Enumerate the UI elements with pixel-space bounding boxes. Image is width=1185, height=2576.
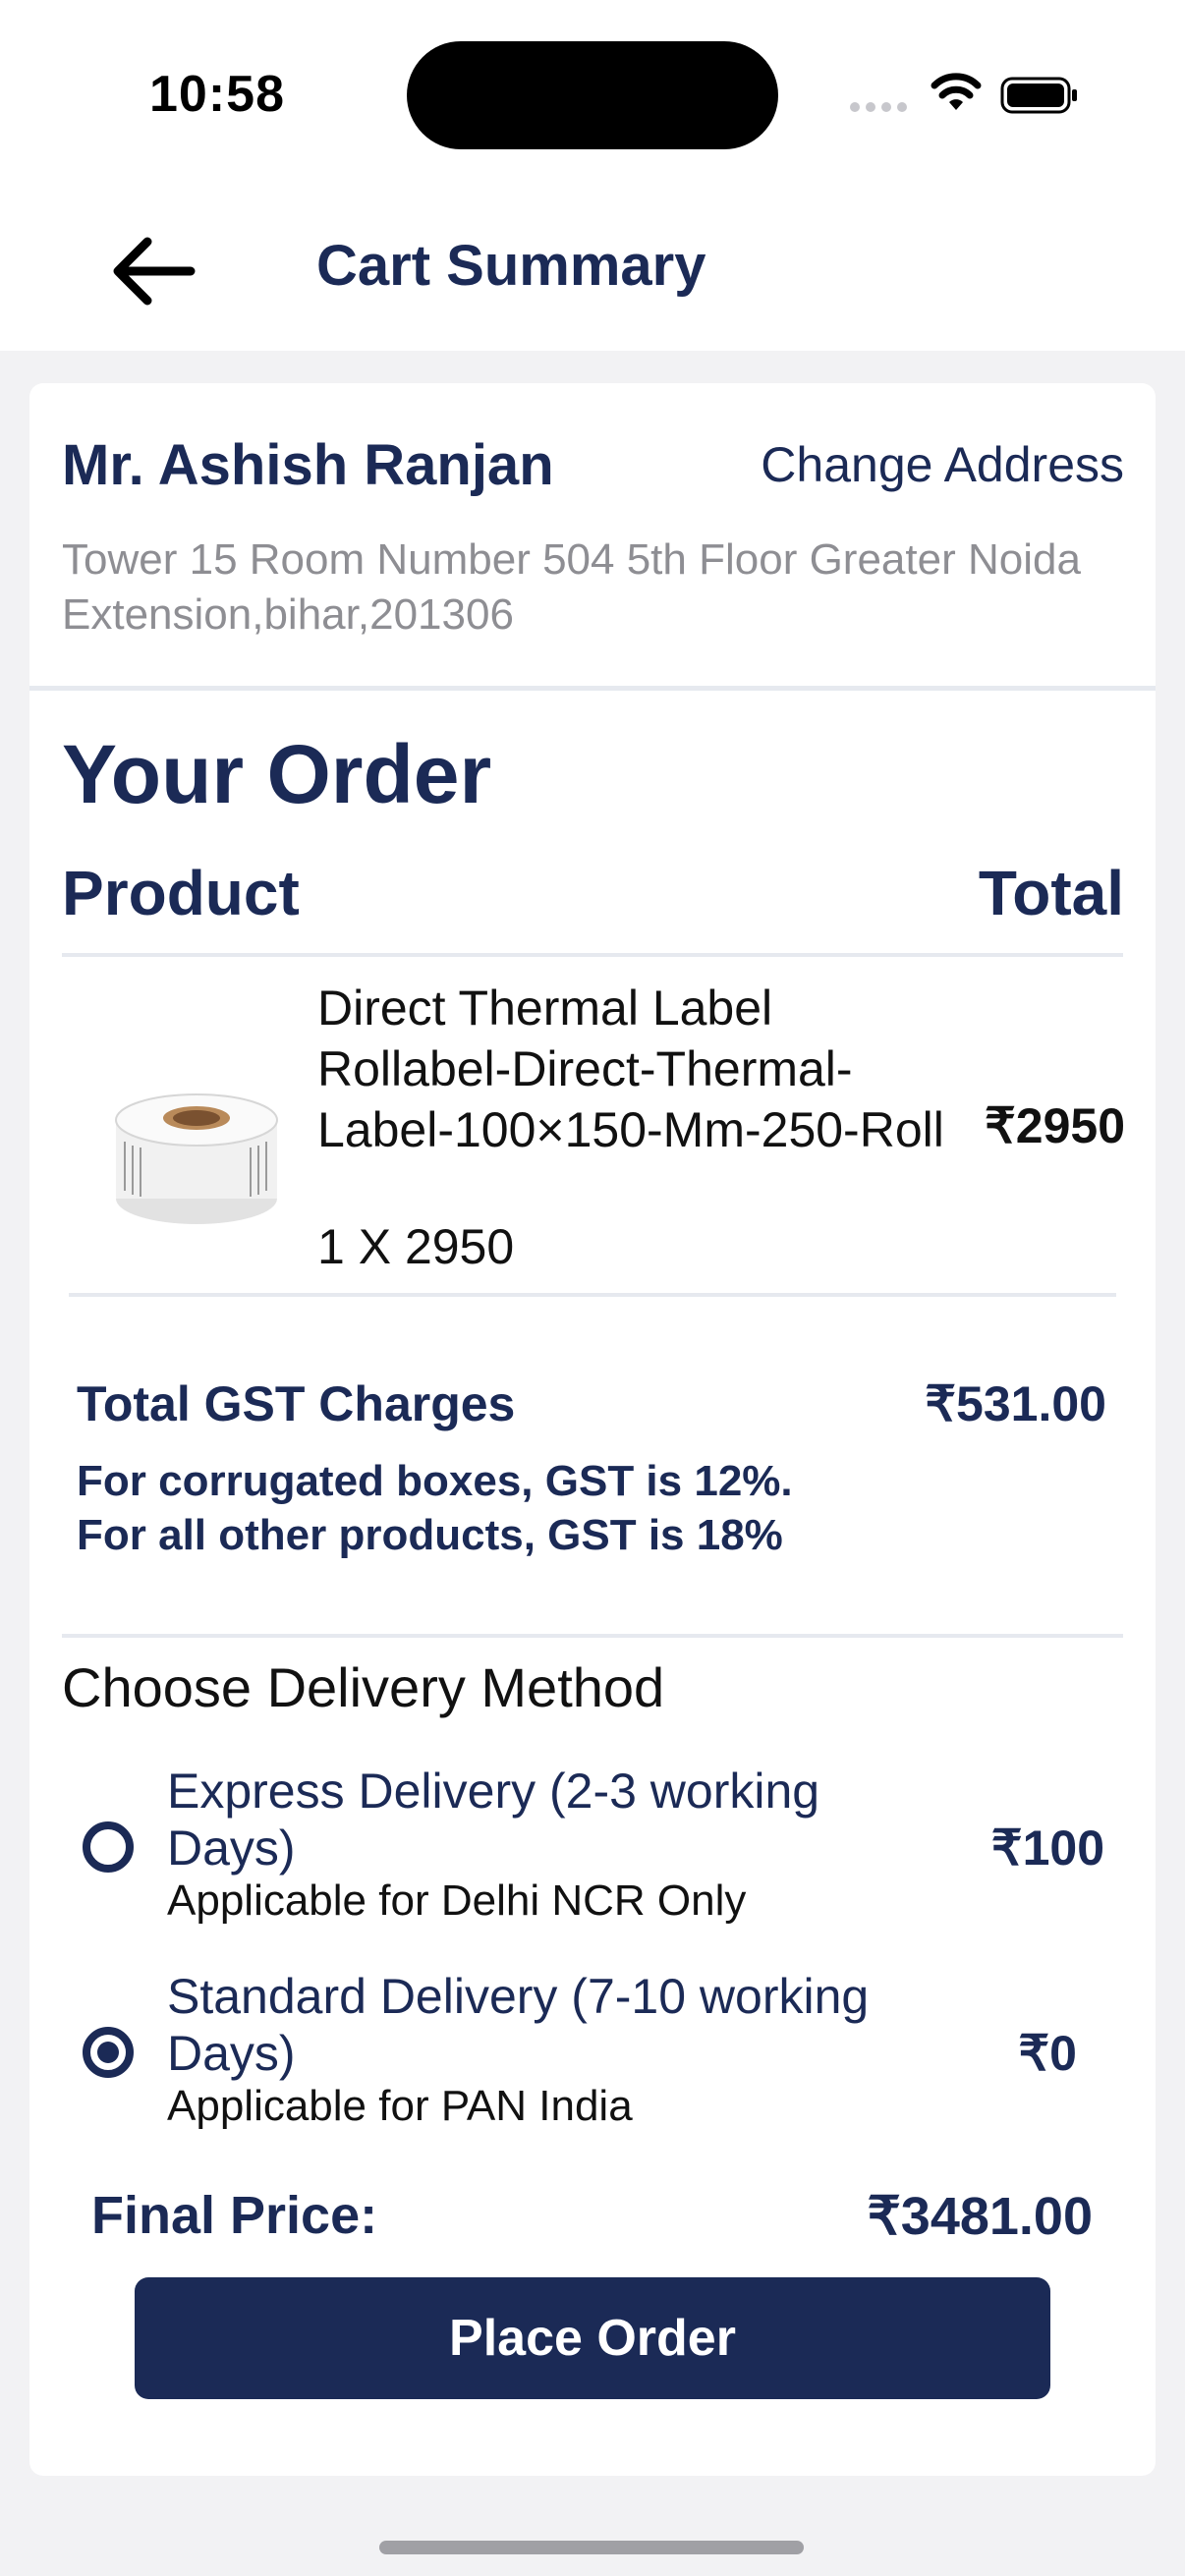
- standard-delivery-price: ₹0: [1018, 2026, 1077, 2081]
- status-time: 10:58: [149, 66, 285, 123]
- product-divider: [69, 1293, 1116, 1297]
- cellular-signal-icon: [850, 102, 909, 116]
- final-price-value: ₹3481.00: [867, 2187, 1093, 2246]
- back-arrow-icon[interactable]: [108, 226, 198, 316]
- header-divider: [62, 953, 1123, 957]
- your-order-heading: Your Order: [62, 728, 492, 820]
- gst-label: Total GST Charges: [77, 1376, 516, 1431]
- app-header: Cart Summary: [0, 192, 1185, 351]
- change-address-button[interactable]: Change Address: [761, 436, 1124, 493]
- page-title: Cart Summary: [316, 234, 706, 298]
- section-divider: [29, 686, 1156, 691]
- express-delivery-subtitle: Applicable for Delhi NCR Only: [167, 1876, 747, 1925]
- gst-note: For corrugated boxes, GST is 12%. For al…: [77, 1457, 793, 1559]
- address-name: Mr. Ashish Ranjan: [62, 433, 554, 497]
- wifi-icon: [931, 73, 982, 110]
- product-price: ₹2950: [984, 1098, 1125, 1153]
- delivery-method-heading: Choose Delivery Method: [62, 1656, 665, 1718]
- standard-delivery-radio[interactable]: [83, 2027, 134, 2078]
- gst-value: ₹531.00: [925, 1376, 1106, 1431]
- express-delivery-title[interactable]: Express Delivery (2-3 working Days): [167, 1763, 943, 1876]
- dynamic-island: [407, 41, 778, 149]
- product-column-header: Product: [62, 858, 300, 928]
- product-image: [115, 1093, 278, 1224]
- status-bar: 10:58: [0, 0, 1185, 192]
- product-name: Direct Thermal Label Rollabel-Direct-The…: [317, 980, 944, 1157]
- gst-divider: [62, 1634, 1123, 1638]
- express-delivery-radio[interactable]: [83, 1821, 134, 1873]
- battery-icon: [1000, 77, 1077, 114]
- express-delivery-price: ₹100: [990, 1820, 1104, 1876]
- place-order-button[interactable]: Place Order: [135, 2277, 1050, 2399]
- address-text: Tower 15 Room Number 504 5th Floor Great…: [62, 535, 1081, 639]
- product-quantity: 1 X 2950: [317, 1219, 515, 1274]
- total-column-header: Total: [978, 858, 1124, 928]
- cart-summary-card: Mr. Ashish Ranjan Change Address Tower 1…: [29, 383, 1156, 2476]
- standard-delivery-subtitle: Applicable for PAN India: [167, 2082, 633, 2130]
- home-indicator[interactable]: [379, 2541, 804, 2554]
- final-price-label: Final Price:: [91, 2186, 378, 2245]
- standard-delivery-title[interactable]: Standard Delivery (7-10 working Days): [167, 1968, 943, 2082]
